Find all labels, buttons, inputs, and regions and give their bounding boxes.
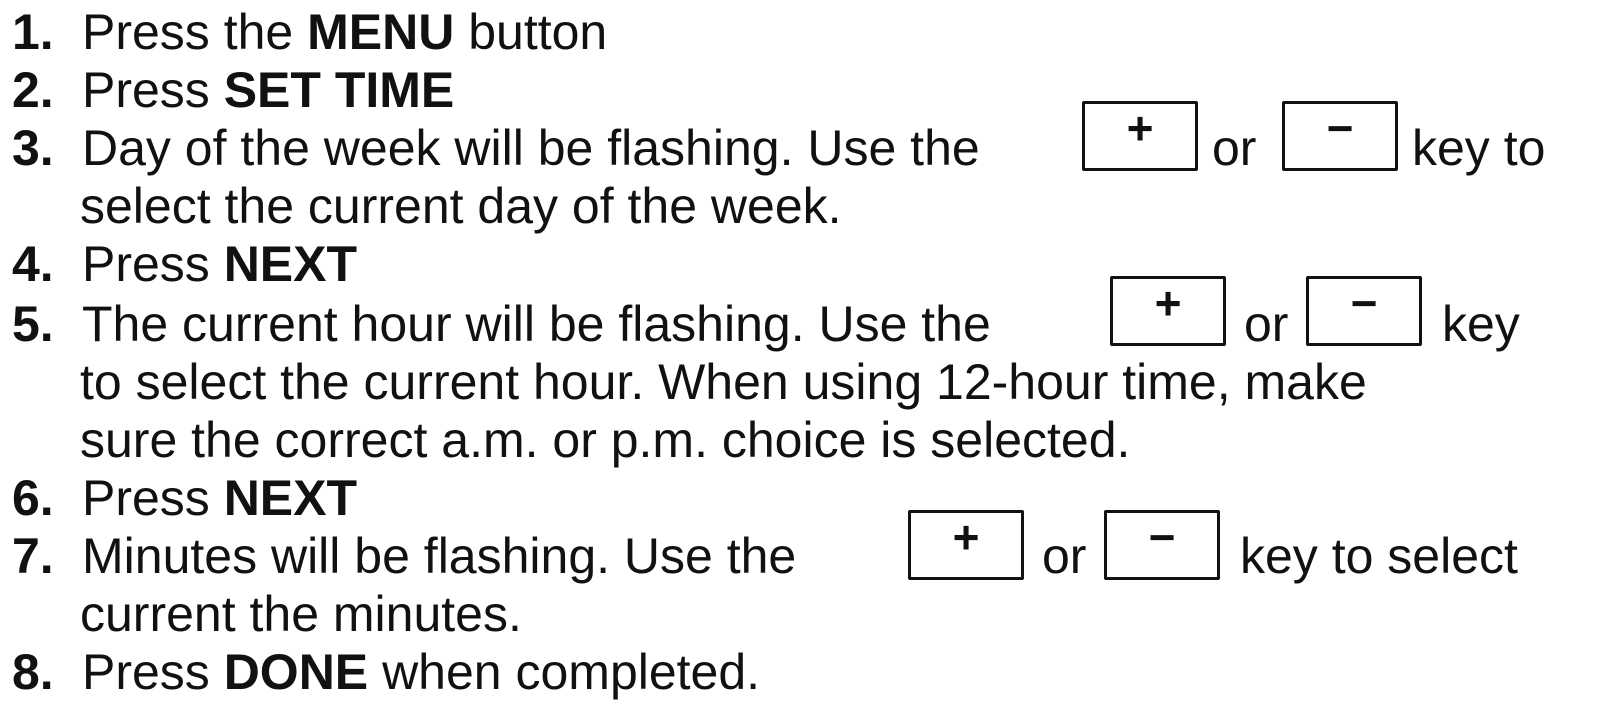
step-number: 4. — [12, 236, 54, 292]
plus-key-icon: + — [1110, 276, 1226, 346]
step-number: 1. — [12, 4, 54, 60]
step-5-line-1: 5. The current hour will be flashing. Use… — [12, 295, 991, 353]
step-7-line-1: 7. Minutes will be flashing. Use the — [12, 527, 796, 585]
step-5-line-3: sure the correct a.m. or p.m. choice is … — [80, 412, 1131, 468]
step-text: key to select — [1240, 528, 1518, 584]
step-3-line-1: 3. Day of the week will be flashing. Use … — [12, 119, 980, 177]
step-text: Press — [82, 236, 224, 292]
step-text: button — [454, 4, 608, 60]
next-button-label: NEXT — [223, 236, 358, 292]
step-text: Minutes will be flashing. Use the — [82, 528, 797, 584]
step-5-line-2: to select the current hour. When using 1… — [80, 354, 1367, 410]
or-text: or — [1244, 296, 1289, 352]
set-time-button-label: SET TIME — [223, 62, 455, 118]
step-text: when completed. — [368, 644, 761, 700]
instructions-list: 1. Press the MENU button 2. Press SET TIME… — [0, 0, 1600, 712]
step-text: Day of the week will be flashing. Use th… — [82, 120, 980, 176]
minus-key-icon: − — [1104, 510, 1220, 580]
step-text: Press the — [82, 4, 308, 60]
step-1: 1. Press the MENU button — [12, 3, 607, 61]
plus-key-icon: + — [1082, 101, 1198, 171]
step-text: Press — [82, 644, 224, 700]
step-2: 2. Press SET TIME — [12, 61, 454, 119]
step-number: 7. — [12, 528, 54, 584]
menu-button-label: MENU — [307, 4, 455, 60]
or-text: or — [1042, 528, 1087, 584]
plus-key-icon: + — [908, 510, 1024, 580]
step-3-line-2: select the current day of the week. — [80, 178, 842, 234]
step-8: 8. Press DONE when completed. — [12, 643, 760, 701]
step-number: 2. — [12, 62, 54, 118]
step-text: Press — [82, 62, 224, 118]
minus-key-icon: − — [1282, 101, 1398, 171]
or-text: or — [1212, 120, 1257, 176]
step-number: 3. — [12, 120, 54, 176]
step-number: 6. — [12, 470, 54, 526]
step-text: Press — [82, 470, 224, 526]
next-button-label: NEXT — [223, 470, 358, 526]
step-4: 4. Press NEXT — [12, 235, 357, 293]
step-6: 6. Press NEXT — [12, 469, 357, 527]
step-number: 8. — [12, 644, 54, 700]
step-text: key — [1442, 296, 1520, 352]
done-button-label: DONE — [223, 644, 369, 700]
step-text: key to — [1412, 120, 1546, 176]
minus-key-icon: − — [1306, 276, 1422, 346]
step-7-line-2: current the minutes. — [80, 586, 522, 642]
step-text: The current hour will be flashing. Use t… — [82, 296, 991, 352]
step-number: 5. — [12, 296, 54, 352]
